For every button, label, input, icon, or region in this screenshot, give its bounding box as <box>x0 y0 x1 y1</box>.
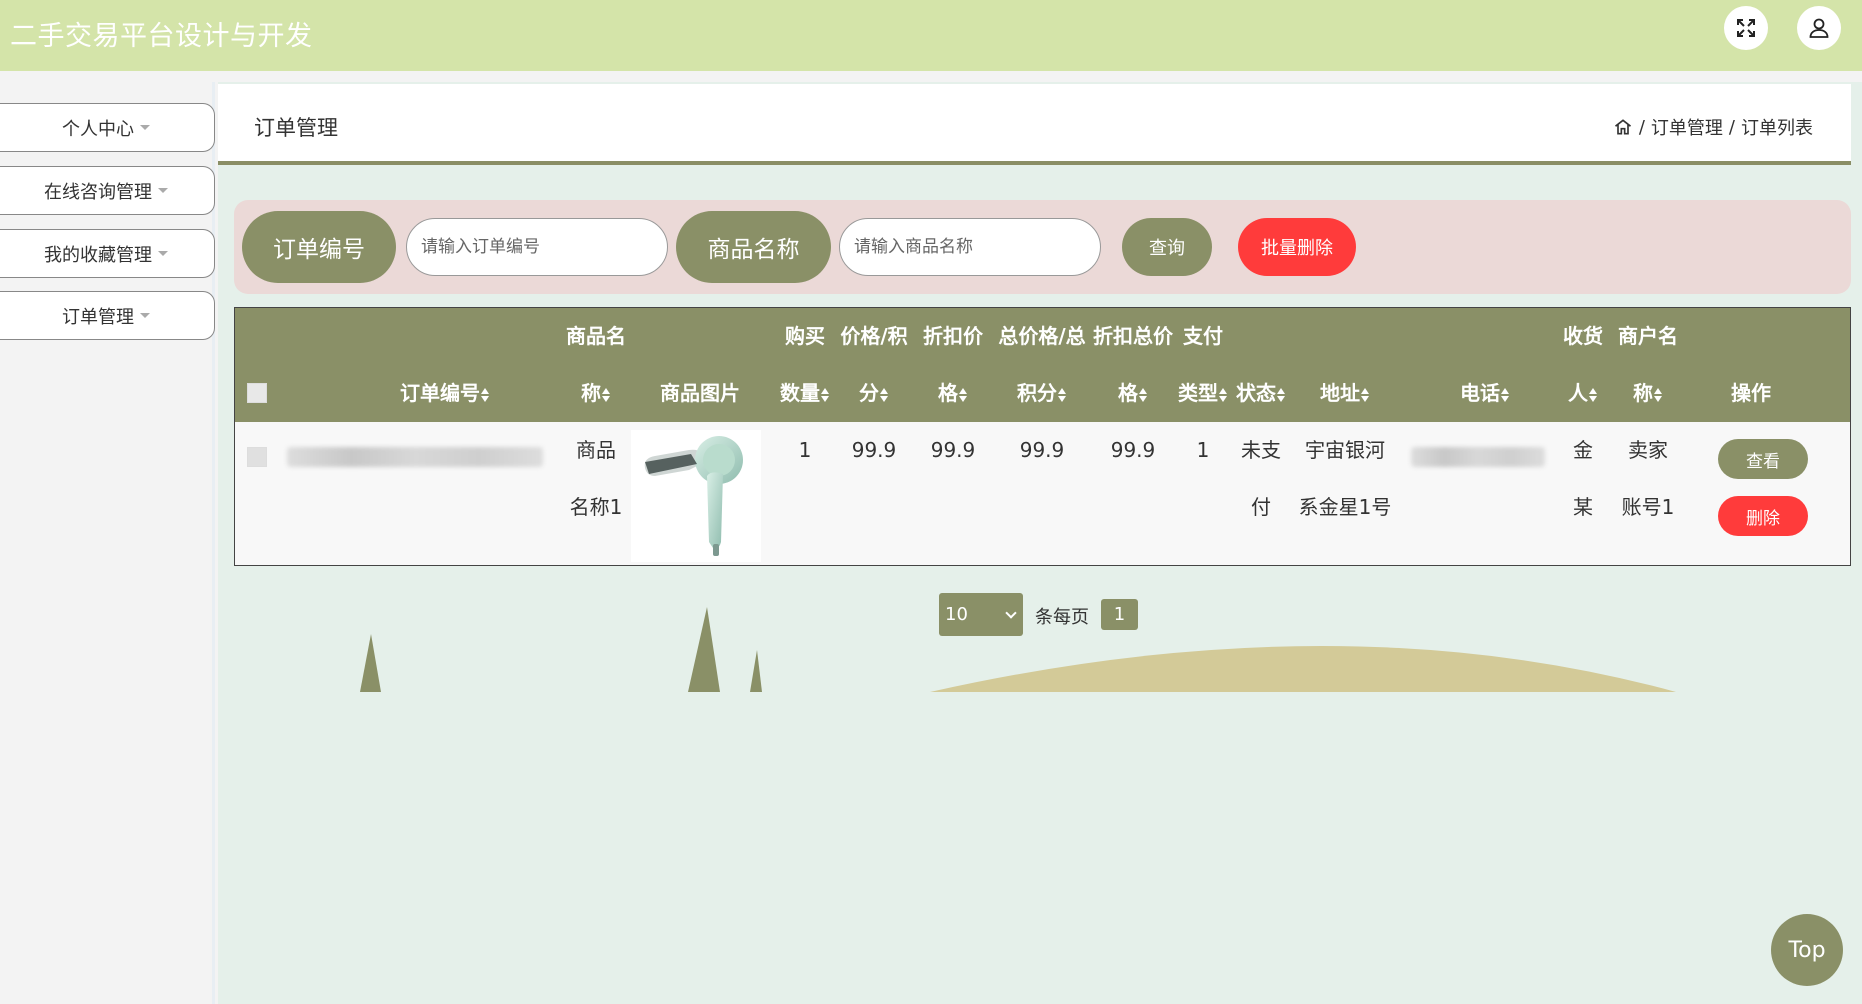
cell-address-2: 系金星1号 <box>1298 495 1392 519</box>
cell-discount-price: 99.9 <box>930 438 976 462</box>
cell-product-name-2: 名称1 <box>569 495 623 519</box>
caret-down-icon <box>140 313 150 318</box>
top-bar: 二手交易平台设计与开发 <box>0 0 1862 71</box>
header-product-name-2[interactable]: 称 <box>551 365 641 422</box>
breadcrumb-level2: 订单列表 <box>1741 118 1813 139</box>
order-no-input[interactable] <box>406 218 668 276</box>
header-price: 价格/积 <box>840 324 908 348</box>
page-size-select[interactable]: 10 <box>939 593 1023 636</box>
home-icon[interactable] <box>1613 117 1633 137</box>
header-phone[interactable]: 电话 <box>1415 365 1555 422</box>
header-merchant: 商户名 <box>1618 324 1678 348</box>
header-actions: 操作 <box>1731 381 1771 405</box>
header-product-name: 商品名 <box>566 324 626 348</box>
sort-icon <box>602 387 611 402</box>
sidebar: 个人中心 在线咨询管理 我的收藏管理 订单管理 <box>0 82 215 1004</box>
header-price-2[interactable]: 分 <box>829 365 919 422</box>
cell-merchant-2: 账号1 <box>1621 495 1675 519</box>
sidebar-item-label: 个人中心 <box>62 118 134 140</box>
order-no-blurred <box>287 447 543 467</box>
product-image <box>631 430 761 562</box>
header-total: 总价格/总 <box>998 324 1086 348</box>
header-order-no[interactable]: 订单编号 <box>355 365 535 422</box>
sidebar-item-orders[interactable]: 订单管理 <box>0 291 215 340</box>
header-status[interactable]: 状态 <box>1231 365 1291 422</box>
header-merchant-2[interactable]: 称 <box>1611 365 1685 422</box>
delete-button[interactable]: 删除 <box>1718 496 1808 536</box>
user-icon[interactable] <box>1797 6 1841 50</box>
cell-address: 宇宙银河 <box>1305 438 1385 462</box>
caret-down-icon <box>140 125 150 130</box>
hair-dryer-image <box>644 436 743 556</box>
header-pay-type-2[interactable]: 类型 <box>1173 365 1233 422</box>
batch-delete-button[interactable]: 批量删除 <box>1238 218 1356 276</box>
per-page-label: 条每页 <box>1035 607 1089 628</box>
cell-status: 未支 <box>1241 438 1281 462</box>
breadcrumb-separator: / <box>1728 116 1735 138</box>
breadcrumb-level1[interactable]: 订单管理 <box>1651 114 1723 140</box>
header-total-2[interactable]: 积分 <box>987 365 1097 422</box>
header-discount-total: 折扣总价 <box>1093 324 1173 348</box>
sidebar-item-consult[interactable]: 在线咨询管理 <box>0 166 215 215</box>
sort-icon <box>1501 387 1510 402</box>
sidebar-item-label: 在线咨询管理 <box>44 181 152 203</box>
header-receiver-2[interactable]: 人 <box>1555 365 1611 422</box>
product-name-input[interactable] <box>839 218 1101 276</box>
breadcrumb: / 订单管理 / 订单列表 <box>1613 114 1813 140</box>
sort-icon <box>959 387 968 402</box>
select-all-checkbox[interactable] <box>247 383 267 403</box>
header-receiver: 收货 <box>1563 324 1603 348</box>
expand-icon[interactable] <box>1724 6 1768 50</box>
sidebar-item-label: 我的收藏管理 <box>44 244 152 266</box>
header-pay-type: 支付 <box>1183 324 1223 348</box>
sort-icon <box>1058 387 1067 402</box>
sort-icon <box>1361 387 1370 402</box>
sort-icon <box>880 387 889 402</box>
sidebar-item-personal-center[interactable]: 个人中心 <box>0 103 215 152</box>
search-bar: 订单编号 商品名称 查询 批量删除 <box>234 200 1851 294</box>
cell-total: 99.9 <box>1019 438 1065 462</box>
row-checkbox[interactable] <box>247 447 267 467</box>
cell-pay-type: 1 <box>1196 438 1210 462</box>
sort-icon <box>1277 387 1286 402</box>
caret-down-icon <box>158 188 168 193</box>
sort-icon <box>1589 387 1598 402</box>
cell-product-name: 商品 <box>576 438 616 462</box>
cell-status-2: 付 <box>1251 495 1271 519</box>
cell-receiver: 金 <box>1573 438 1593 462</box>
sidebar-item-favorites[interactable]: 我的收藏管理 <box>0 229 215 278</box>
page-size-value: 10 <box>945 604 968 625</box>
query-button[interactable]: 查询 <box>1122 218 1212 276</box>
header-discount-total-2[interactable]: 格 <box>1088 365 1178 422</box>
cell-merchant: 卖家 <box>1628 438 1668 462</box>
sort-icon <box>1139 387 1148 402</box>
phone-blurred <box>1411 447 1545 467</box>
page-header: 订单管理 / 订单管理 / 订单列表 <box>218 84 1851 165</box>
caret-down-icon <box>158 251 168 256</box>
view-button[interactable]: 查看 <box>1718 439 1808 479</box>
sort-icon <box>1654 387 1663 402</box>
chevron-down-icon <box>1005 607 1017 619</box>
app-title: 二手交易平台设计与开发 <box>10 21 313 52</box>
header-product-image: 商品图片 <box>660 381 740 405</box>
page-title: 订单管理 <box>254 116 338 140</box>
cell-receiver-2: 某 <box>1573 495 1593 519</box>
cell-price: 99.9 <box>851 438 897 462</box>
header-discount-price: 折扣价 <box>923 324 983 348</box>
header-discount-price-2[interactable]: 格 <box>913 365 993 422</box>
sort-icon <box>1219 387 1228 402</box>
sort-icon <box>481 387 490 402</box>
order-table: 订单编号 商品名 称 商品图片 购买 数量 价格/积 分 折扣价 格 总价格/总… <box>234 307 1851 566</box>
back-to-top-button[interactable]: Top <box>1771 914 1843 986</box>
order-no-label: 订单编号 <box>242 211 396 283</box>
sidebar-item-label: 订单管理 <box>62 306 134 328</box>
cell-discount-total: 99.9 <box>1110 438 1156 462</box>
page-number-button[interactable]: 1 <box>1101 599 1138 630</box>
table-header: 订单编号 商品名 称 商品图片 购买 数量 价格/积 分 折扣价 格 总价格/总… <box>235 308 1850 422</box>
breadcrumb-separator: / <box>1638 116 1645 138</box>
header-address[interactable]: 地址 <box>1295 365 1395 422</box>
product-name-label: 商品名称 <box>676 211 831 283</box>
